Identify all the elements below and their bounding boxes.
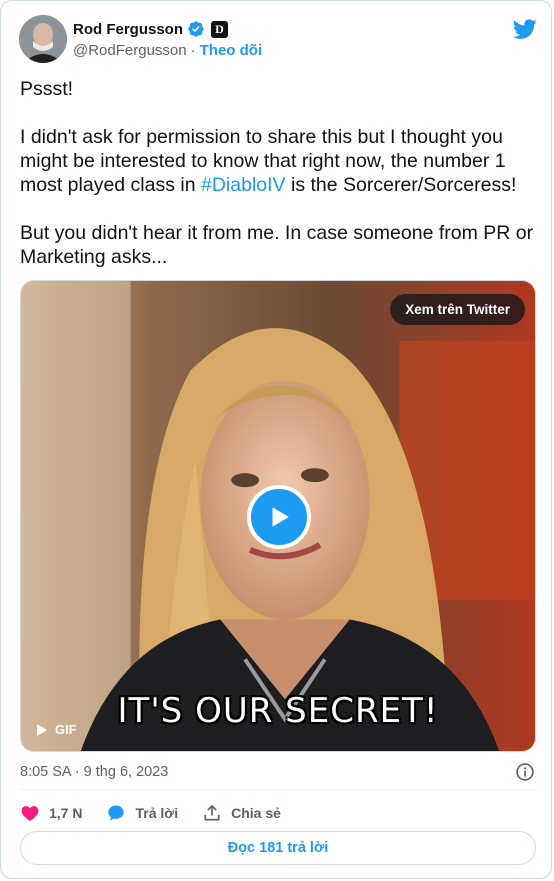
tweet-line-3: But you didn't hear it from me. In case … [20, 222, 534, 268]
reply-button[interactable]: Trả lời [106, 803, 178, 823]
avatar[interactable] [19, 15, 67, 63]
tweet-line-1: Pssst! [20, 78, 74, 100]
handle-row: @RodFergusson · Theo dõi [73, 42, 262, 59]
separator: · [190, 42, 196, 59]
media-gif[interactable]: Xem trên Twitter IT'S OUR SECRET! GIF [20, 280, 536, 752]
tweet-line-2-text-end: is the Sorcerer/Sorceress! [285, 174, 517, 196]
name-row: Rod Fergusson D [73, 20, 229, 38]
read-replies-button[interactable]: Đọc 181 trả lời [20, 831, 536, 865]
tweet-header: Rod Fergusson D @RodFergusson · Theo dõi [19, 15, 539, 65]
info-icon[interactable] [515, 762, 535, 782]
hashtag-link[interactable]: #DiabloIV [201, 174, 286, 196]
timestamp[interactable]: 8:05 SA · 9 thg 6, 2023 [20, 764, 168, 780]
play-icon [272, 507, 289, 527]
action-bar: 1,7 N Trả lời Chia sẻ [20, 802, 305, 824]
tweet-line-2: I didn't ask for permission to share thi… [20, 125, 540, 197]
handle[interactable]: @RodFergusson [73, 42, 187, 59]
verified-badge-icon [188, 21, 204, 37]
gif-caption: IT'S OUR SECRET! [117, 691, 439, 731]
reply-label: Trả lời [135, 805, 179, 821]
gif-badge: GIF [37, 722, 77, 737]
share-button[interactable]: Chia sẻ [202, 803, 281, 823]
heart-icon [21, 806, 39, 821]
like-count: 1,7 N [49, 805, 83, 821]
display-name[interactable]: Rod Fergusson [73, 21, 183, 38]
tweet-card: Rod Fergusson D @RodFergusson · Theo dõi… [0, 0, 552, 879]
view-on-twitter-button[interactable]: Xem trên Twitter [390, 294, 525, 325]
like-button[interactable]: 1,7 N [20, 803, 82, 823]
tweet-text: Pssst! I didn't ask for permission to sh… [20, 77, 540, 269]
reply-bubble-icon [108, 805, 125, 821]
affiliate-badge-icon: D [211, 20, 229, 38]
gif-label: GIF [55, 722, 77, 737]
share-label: Chia sẻ [231, 805, 281, 821]
follow-button[interactable]: Theo dõi [200, 42, 263, 59]
play-button[interactable] [247, 485, 311, 549]
twitter-bird-icon[interactable] [513, 17, 537, 41]
divider [20, 789, 536, 790]
share-icon [204, 804, 220, 821]
play-small-icon [37, 723, 47, 736]
